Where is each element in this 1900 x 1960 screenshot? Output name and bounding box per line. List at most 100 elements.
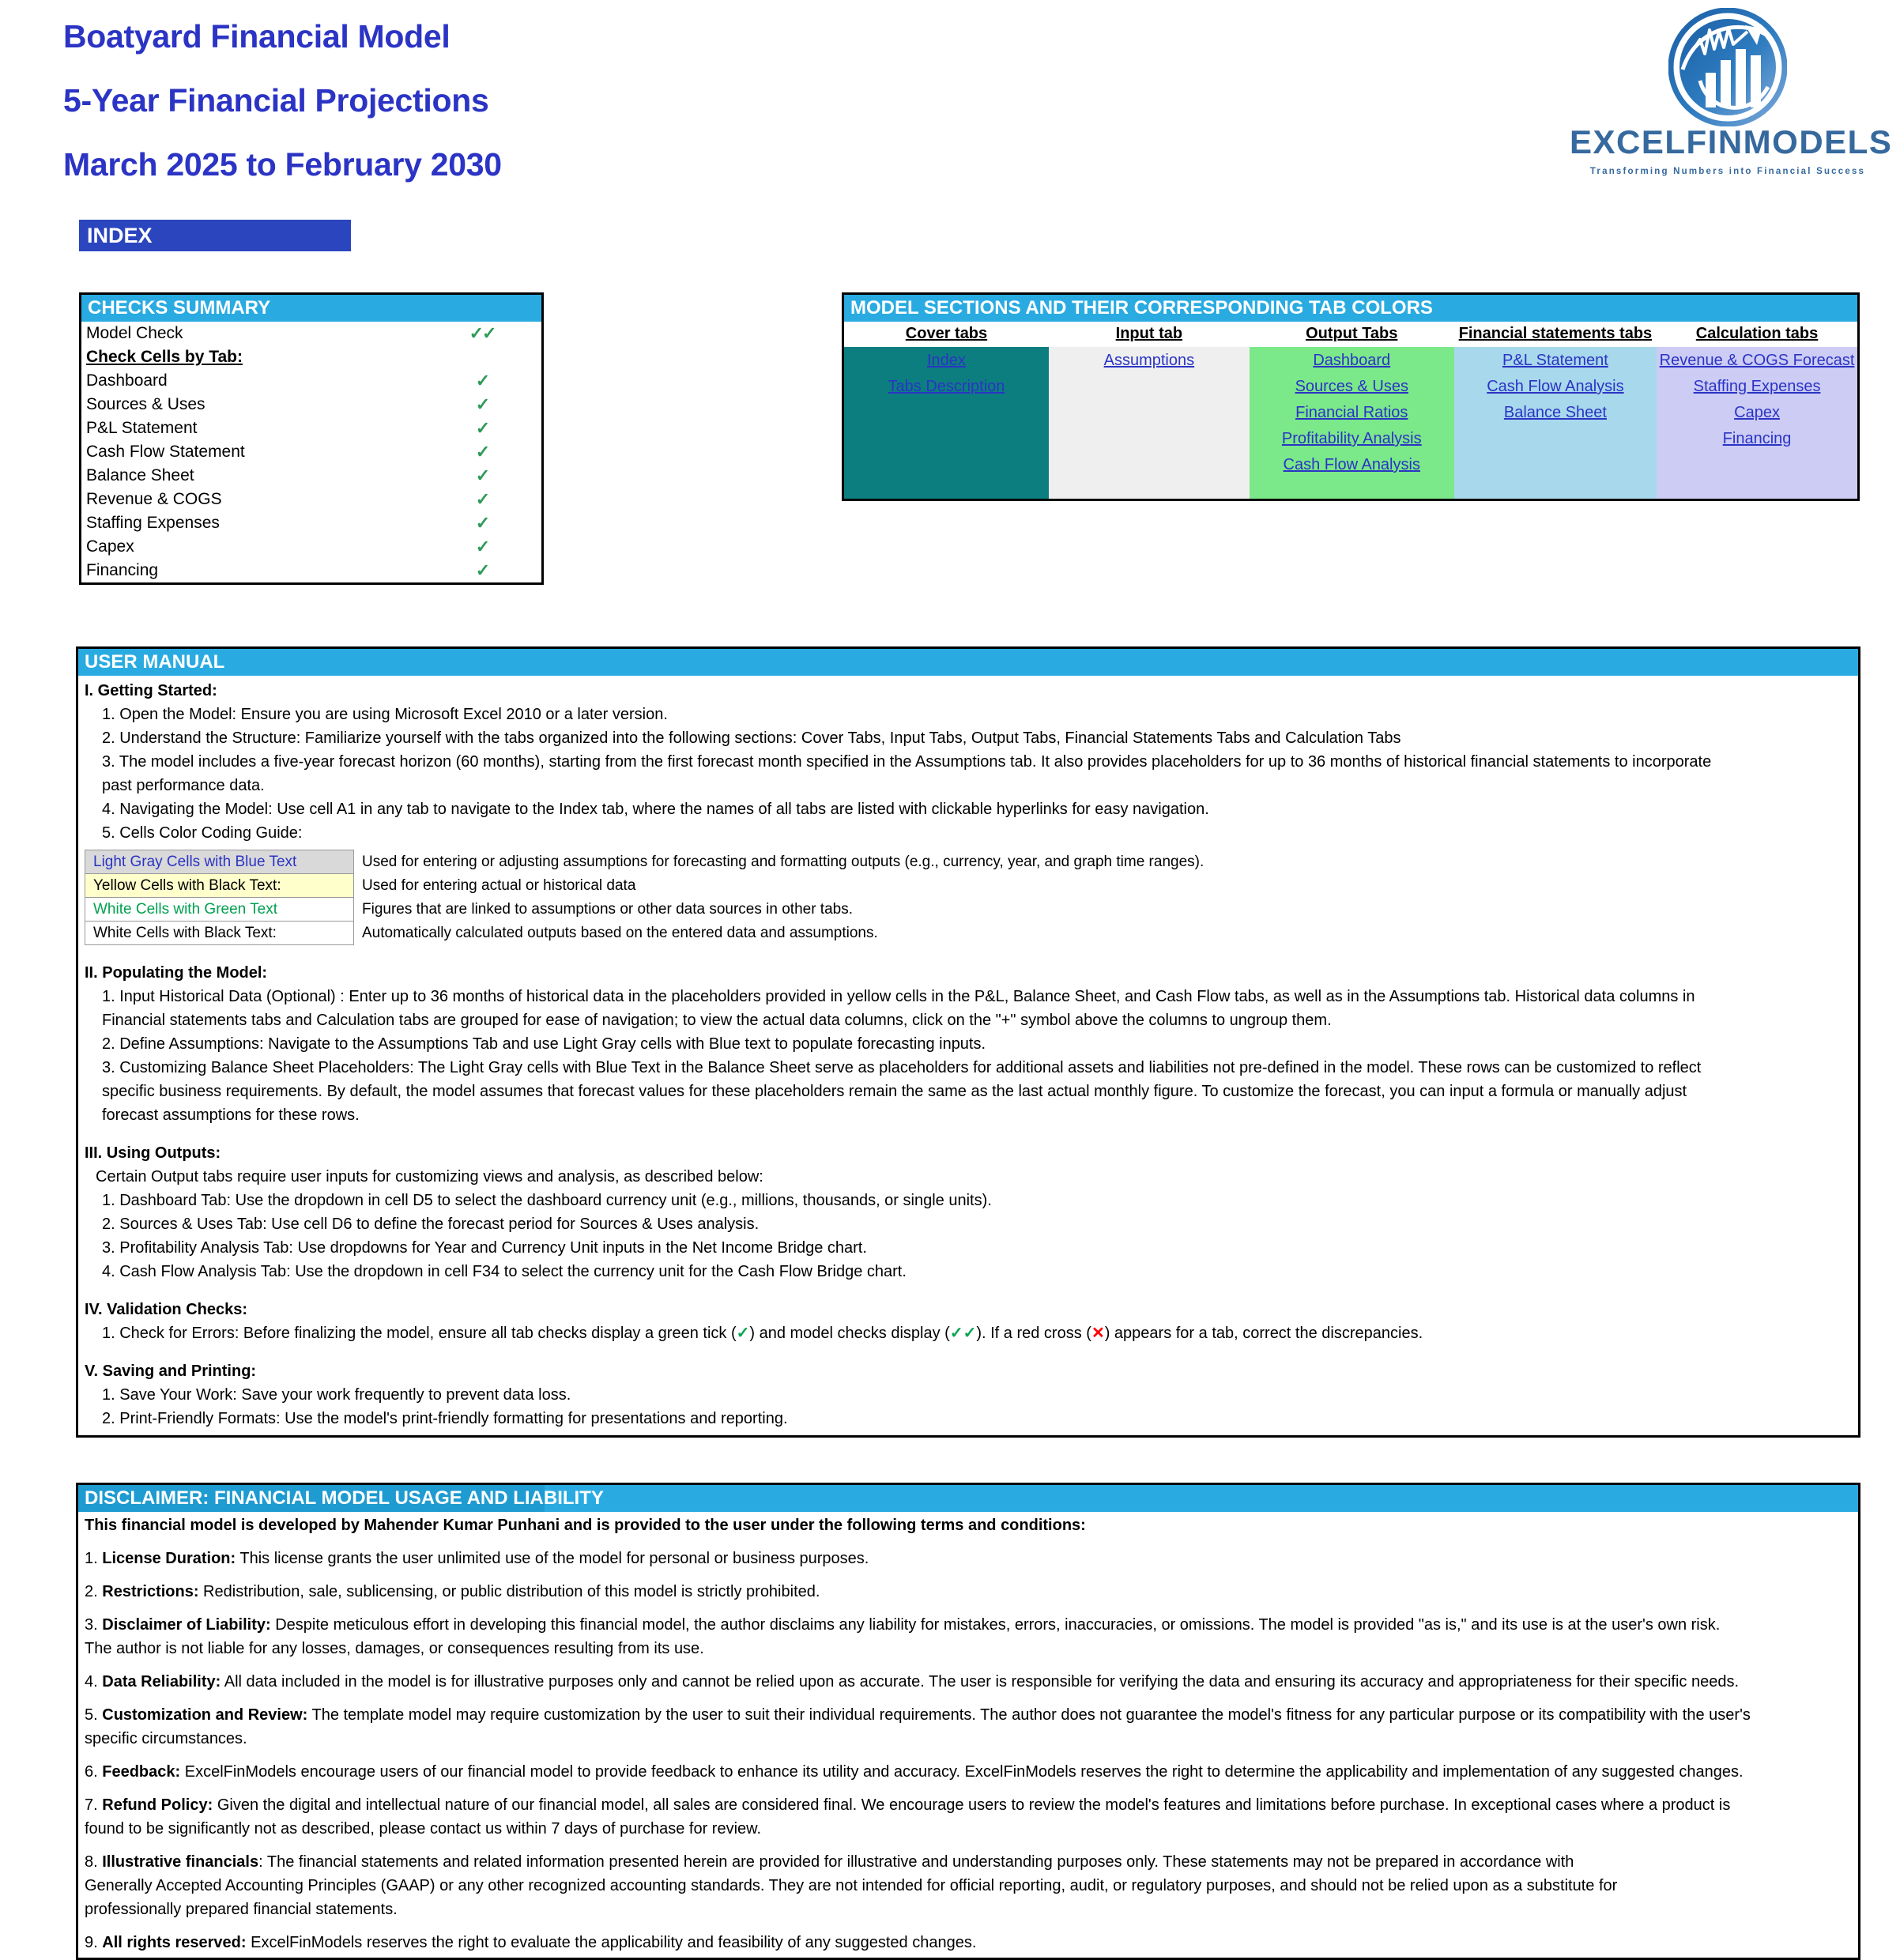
- disclaimer-item-text: professionally prepared financial statem…: [85, 1901, 398, 1918]
- disclaimer-body: This financial model is developed by Mah…: [78, 1512, 1858, 1958]
- disclaimer-item-text: This license grants the user unlimited u…: [236, 1550, 869, 1567]
- user-manual-panel: USER MANUAL I. Getting Started: 1. Open …: [76, 646, 1860, 1438]
- check-mark-icon: ✓: [475, 513, 490, 533]
- green-tick-icon: ✓: [736, 1325, 750, 1342]
- manual-line: 5. Cells Color Coding Guide:: [102, 824, 303, 842]
- validation-text-b: ) and model checks display (: [749, 1325, 950, 1342]
- section-tab-link[interactable]: Cash Flow Analysis: [1454, 378, 1657, 396]
- disclaimer-item-term: Customization and Review:: [102, 1706, 308, 1724]
- disclaimer-item: found to be significantly not as describ…: [85, 1817, 1858, 1841]
- section-tab-link[interactable]: Profitability Analysis: [1250, 430, 1454, 448]
- manual-line: 2. Print-Friendly Formats: Use the model…: [102, 1410, 788, 1427]
- index-badge: INDEX: [79, 220, 351, 251]
- disclaimer-item-text: Despite meticulous effort in developing …: [270, 1616, 1721, 1634]
- user-manual-title: USER MANUAL: [78, 649, 1858, 676]
- section-tab-link[interactable]: Dashboard: [1250, 352, 1454, 370]
- manual-line: 2. Define Assumptions: Navigate to the A…: [102, 1035, 986, 1053]
- section-column-2: Dashboard Sources & Uses Financial Ratios …: [1249, 347, 1454, 499]
- disclaimer-item: 8. Illustrative financials: The financia…: [85, 1850, 1858, 1874]
- disclaimer-item-number: 6.: [85, 1763, 103, 1781]
- checks-row: Staffing Expenses ✓: [81, 511, 541, 535]
- section-tab-link[interactable]: Financing: [1657, 430, 1857, 448]
- disclaimer-item-text: Generally Accepted Accounting Principles…: [85, 1877, 1618, 1894]
- color-guide-key: White Cells with Green Text: [85, 897, 354, 922]
- manual-section-3-heading: III. Using Outputs:: [85, 1144, 221, 1162]
- checks-summary-panel: CHECKS SUMMARY Model Check ✓✓ Check Cell…: [79, 292, 544, 585]
- color-guide-row: Yellow Cells with Black Text: Used for en…: [85, 873, 1205, 898]
- check-mark-icon: ✓: [475, 560, 490, 580]
- disclaimer-panel: DISCLAIMER: FINANCIAL MODEL USAGE AND LI…: [76, 1483, 1860, 1960]
- section-tab-link[interactable]: Cash Flow Analysis: [1250, 456, 1454, 474]
- disclaimer-item: The author is not liable for any losses,…: [85, 1637, 1858, 1660]
- checks-subheading: Check Cells by Tab:: [86, 348, 243, 366]
- disclaimer-item-number: 4.: [85, 1673, 103, 1690]
- color-guide-row: White Cells with Black Text: Automaticall…: [85, 921, 1205, 945]
- section-tab-link[interactable]: Index: [844, 352, 1049, 370]
- disclaimer-item-text: All data included in the model is for il…: [221, 1673, 1740, 1690]
- validation-text-c: ). If a red cross (: [976, 1325, 1091, 1342]
- section-column-3: P&L Statement Cash Flow Analysis Balance S…: [1453, 347, 1657, 499]
- checks-label: Staffing Expenses: [86, 514, 220, 532]
- color-guide-key: Yellow Cells with Black Text:: [85, 873, 354, 898]
- manual-section-3-lines: 1. Dashboard Tab: Use the dropdown in ce…: [85, 1189, 1858, 1283]
- disclaimer-item-term: Illustrative financials: [102, 1853, 259, 1871]
- check-mark-icon: ✓: [475, 442, 490, 462]
- color-guide-description: Figures that are linked to assumptions o…: [362, 901, 853, 918]
- disclaimer-item-term: Feedback:: [102, 1763, 181, 1781]
- disclaimer-item-text: specific circumstances.: [85, 1730, 247, 1747]
- model-sections-title: MODEL SECTIONS AND THEIR CORRESPONDING T…: [844, 295, 1857, 322]
- color-guide-key: White Cells with Black Text:: [85, 921, 354, 945]
- disclaimer-item: specific circumstances.: [85, 1727, 1858, 1751]
- logo-tagline: Transforming Numbers into Financial Succ…: [1589, 167, 1866, 176]
- section-tab-link[interactable]: Financial Ratios: [1250, 404, 1454, 422]
- color-guide-description: Used for entering actual or historical d…: [362, 877, 636, 894]
- check-mark-icon: ✓: [475, 371, 490, 390]
- manual-section-1-heading: I. Getting Started:: [85, 682, 217, 699]
- section-tab-link[interactable]: Tabs Description: [844, 378, 1049, 396]
- disclaimer-item: 5. Customization and Review: The templat…: [85, 1703, 1858, 1727]
- checks-row: Dashboard ✓: [81, 369, 541, 393]
- manual-section-3-intro: Certain Output tabs require user inputs …: [96, 1168, 763, 1185]
- color-guide-description: Used for entering or adjusting assumptio…: [362, 854, 1204, 870]
- disclaimer-title-text: DISCLAIMER: FINANCIAL MODEL USAGE AND LI…: [85, 1487, 604, 1509]
- section-tab-link[interactable]: P&L Statement: [1454, 352, 1657, 370]
- disclaimer-item-text: : The financial statements and related i…: [258, 1853, 1574, 1871]
- manual-section-5-heading: V. Saving and Printing:: [85, 1363, 257, 1380]
- section-column-header: Calculation tabs: [1657, 322, 1857, 347]
- manual-section-4-heading: IV. Validation Checks:: [85, 1301, 248, 1318]
- check-mark-icon: ✓: [475, 466, 490, 485]
- section-tab-link[interactable]: Capex: [1657, 404, 1857, 422]
- user-manual-body: I. Getting Started: 1. Open the Model: E…: [78, 676, 1858, 1435]
- disclaimer-item-text: found to be significantly not as describ…: [85, 1820, 762, 1838]
- section-column-0: Index Tabs Description: [844, 347, 1049, 499]
- checks-label: Revenue & COGS: [86, 490, 222, 508]
- section-tab-link[interactable]: Assumptions: [1049, 352, 1250, 370]
- title-line-3: March 2025 to February 2030: [63, 146, 502, 183]
- section-tab-link[interactable]: Sources & Uses: [1250, 378, 1454, 396]
- disclaimer-item-term: Data Reliability:: [102, 1673, 221, 1690]
- check-mark-icon: ✓: [475, 394, 490, 414]
- section-tab-link[interactable]: Staffing Expenses: [1657, 378, 1857, 396]
- color-guide-description: Automatically calculated outputs based o…: [362, 925, 878, 941]
- check-mark-double: ✓✓: [469, 323, 497, 343]
- check-mark-icon: ✓: [475, 418, 490, 438]
- disclaimer-item: 2. Restrictions: Redistribution, sale, s…: [85, 1580, 1858, 1604]
- disclaimer-item: 9. All rights reserved: ExcelFinModels r…: [85, 1931, 1858, 1954]
- disclaimer-item-number: 2.: [85, 1583, 103, 1600]
- manual-line: 1. Dashboard Tab: Use the dropdown in ce…: [102, 1192, 992, 1209]
- disclaimer-item-text: Redistribution, sale, sublicensing, or p…: [198, 1583, 820, 1600]
- manual-line: 4. Cash Flow Analysis Tab: Use the dropd…: [102, 1263, 907, 1280]
- section-tab-link[interactable]: Balance Sheet: [1454, 404, 1657, 422]
- section-column-header-text: Input tab: [1115, 325, 1183, 342]
- checks-row-model-check: Model Check ✓✓: [81, 322, 541, 345]
- section-tab-link[interactable]: Revenue & COGS Forecast: [1657, 352, 1857, 370]
- title-line-2: 5-Year Financial Projections: [63, 82, 489, 119]
- checks-row: Sources & Uses ✓: [81, 393, 541, 416]
